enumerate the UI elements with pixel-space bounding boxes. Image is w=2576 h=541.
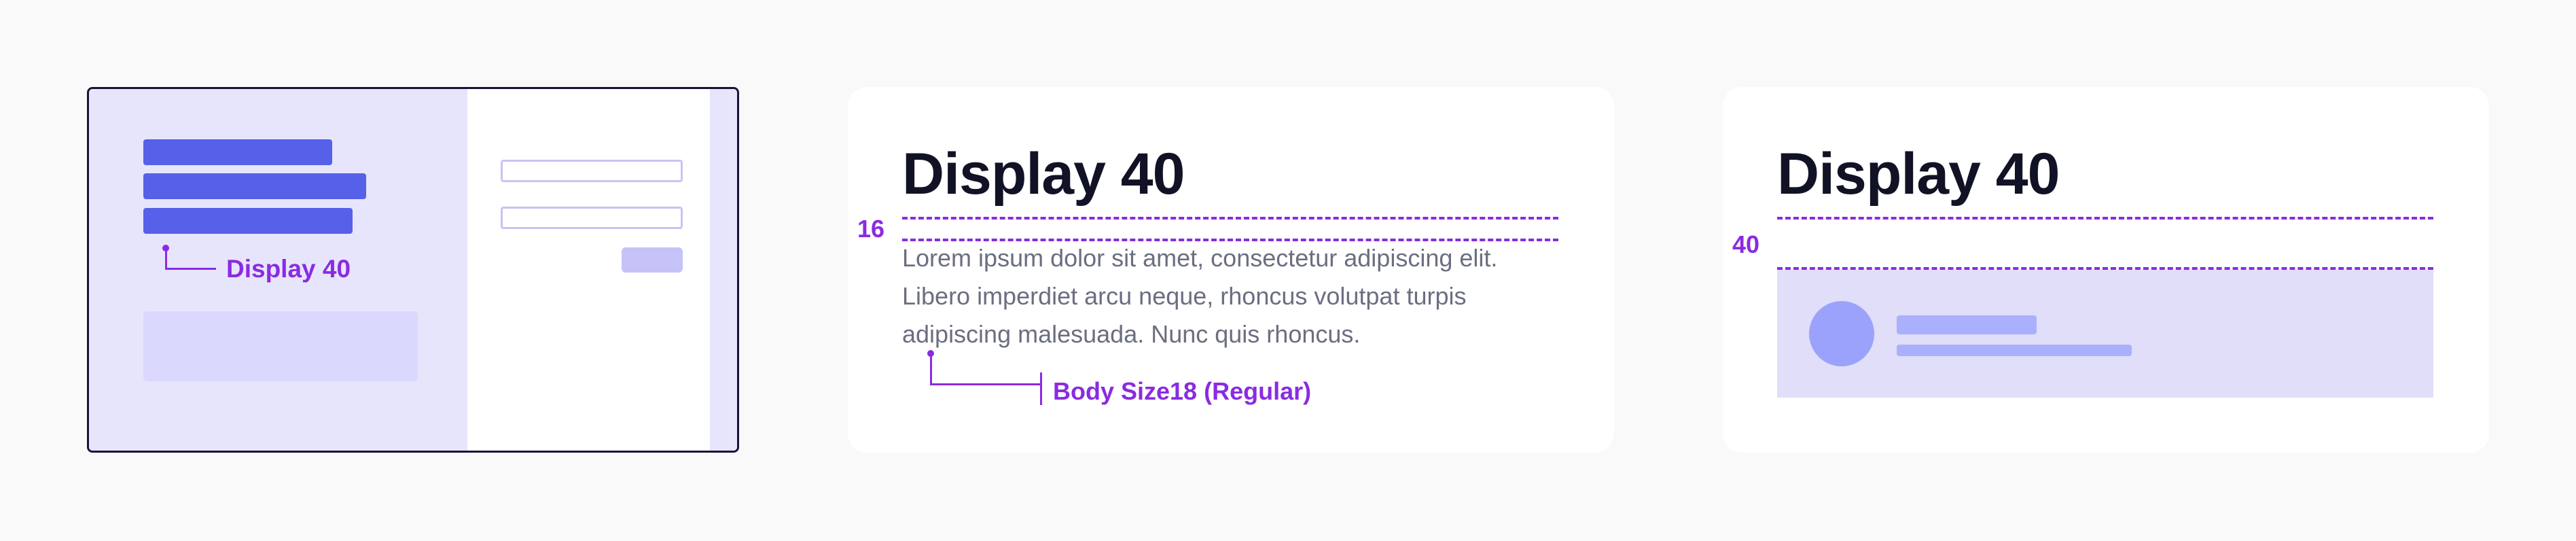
annotation-leader-vertical — [165, 248, 167, 270]
typography-spacing-card: Display 40 16 Lorem ipsum dolor sit amet… — [848, 87, 1614, 453]
avatar — [1809, 301, 1874, 366]
wireframe-left-column: Display 40 — [89, 89, 467, 451]
button-placeholder — [622, 247, 683, 273]
input-placeholder-2 — [501, 207, 683, 229]
annotation-label: Body Size18 (Regular) — [1053, 377, 1312, 405]
content-block-placeholder — [143, 311, 418, 381]
spacing-value-label: 40 — [1732, 230, 1760, 258]
annotation-leader-tick — [1040, 372, 1042, 405]
display-heading: Display 40 — [1777, 141, 2060, 207]
body-line-1: Lorem ipsum dolor sit amet, consectetur … — [902, 244, 1498, 272]
content-spacing-card: Display 40 40 — [1723, 87, 2489, 453]
list-item-placeholder — [1777, 270, 2433, 398]
side-strip — [710, 89, 737, 451]
wireframe-panel: Display 40 — [87, 87, 739, 453]
annotation-label: Display 40 — [226, 255, 351, 283]
display-heading: Display 40 — [902, 141, 1185, 207]
wireframe-form-column — [467, 89, 712, 451]
subtitle-line-placeholder — [1897, 345, 2132, 356]
spacing-value-label: 16 — [857, 215, 885, 243]
annotation-leader-horizontal — [165, 268, 216, 270]
heading-bar-2 — [143, 173, 366, 199]
heading-bar-1 — [143, 139, 332, 165]
spacing-guide-top — [902, 217, 1558, 220]
title-line-placeholder — [1897, 315, 2037, 334]
annotation-leader-horizontal — [930, 383, 1041, 385]
body-line-2: Libero imperdiet arcu neque, rhoncus vol… — [902, 282, 1467, 310]
body-paragraph: Lorem ipsum dolor sit amet, consectetur … — [902, 239, 1581, 353]
heading-bar-3 — [143, 208, 353, 234]
spacing-guide-top — [1777, 217, 2433, 220]
annotation-leader-vertical — [930, 353, 932, 385]
input-placeholder-1 — [501, 160, 683, 182]
body-line-3: adipiscing malesuada. Nunc quis rhoncus. — [902, 320, 1361, 348]
